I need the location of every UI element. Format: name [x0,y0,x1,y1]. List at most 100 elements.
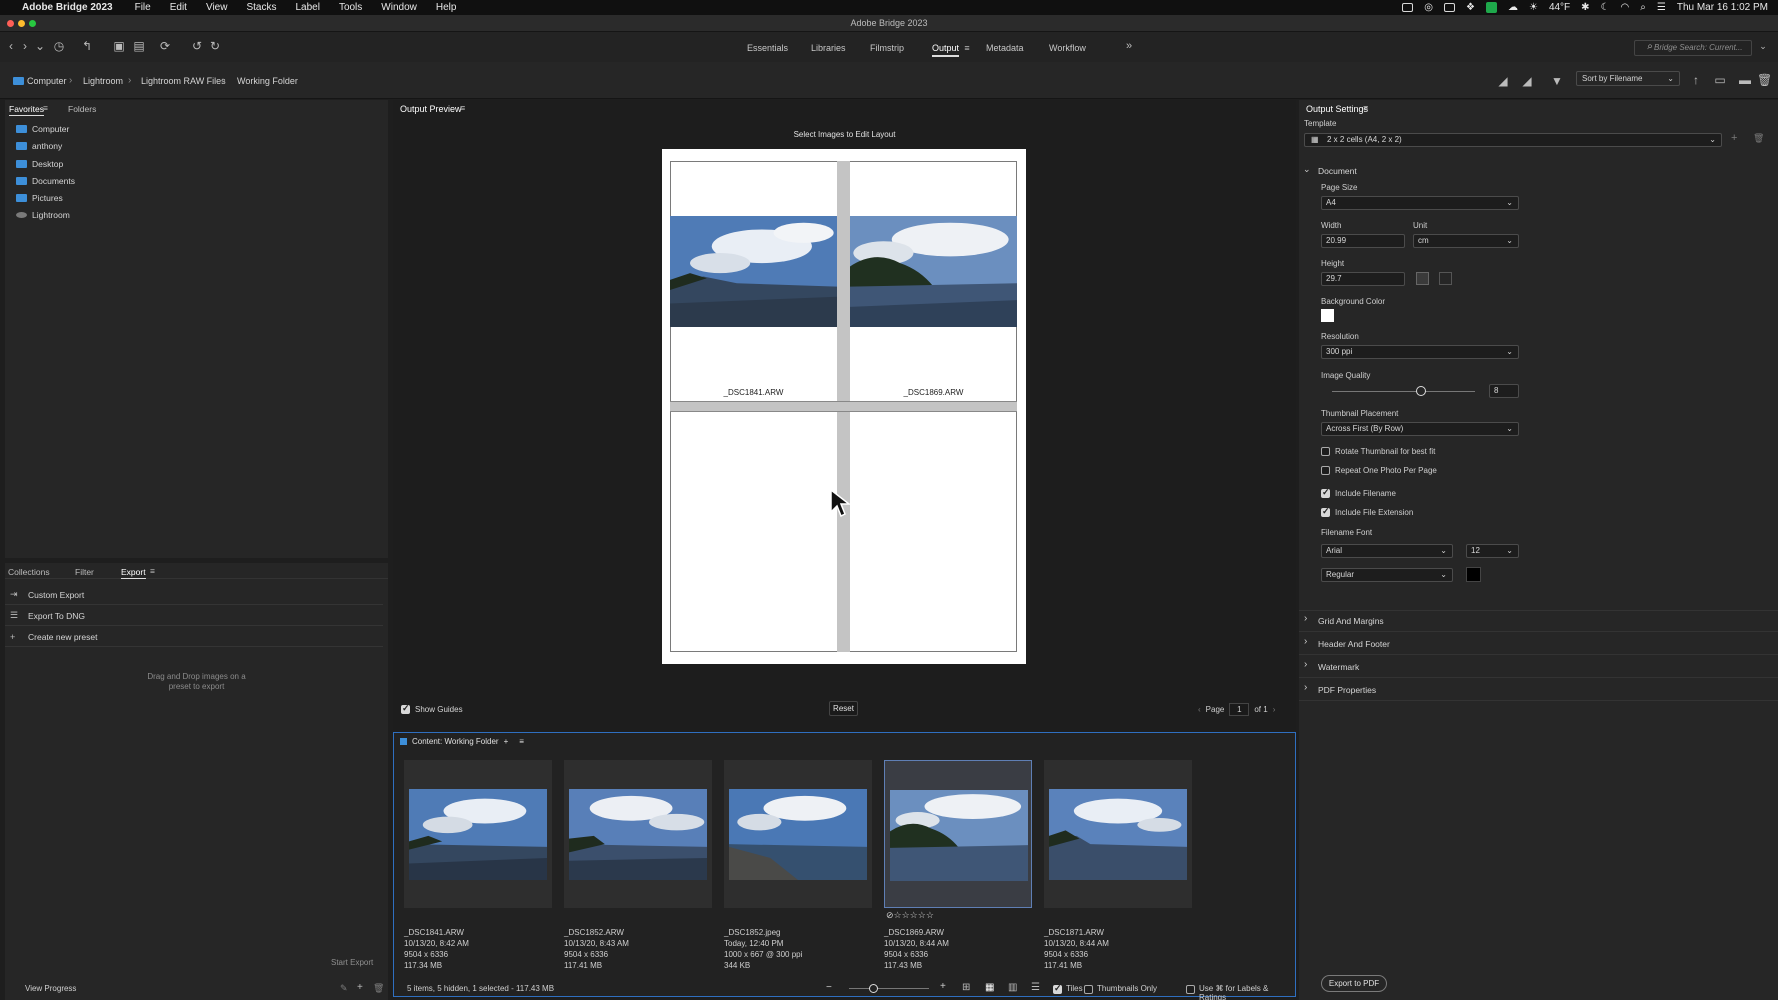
list-view-icon[interactable]: ☰ [1031,982,1040,993]
plus-icon[interactable]: + [504,737,509,746]
thumbnail-card-selected[interactable] [884,760,1032,908]
delete-template-icon[interactable]: 🗑 [1753,133,1764,144]
thumbnail-card[interactable] [1044,760,1192,908]
panel-menu-icon[interactable]: ≡ [43,103,48,113]
delete-icon[interactable]: 🗑 [1757,73,1772,87]
zoom-window-button[interactable] [29,20,36,27]
thumbnail-card[interactable] [724,760,872,908]
boomerang-icon[interactable]: ↰ [80,39,94,53]
menu-file[interactable]: File [135,2,151,13]
delete-icon[interactable]: 🗑 [373,983,384,994]
thumbnail-size-handle[interactable] [869,984,878,993]
placement-dropdown[interactable]: Across First (By Row) ⌄ [1321,422,1519,436]
menu-stacks[interactable]: Stacks [246,2,276,13]
panel-menu-icon[interactable]: ≡ [519,737,524,746]
quality-icon[interactable]: ◢ [1496,74,1510,88]
page-preview[interactable]: _DSC1841.ARW _DSC1869.ARW [662,149,1026,664]
screen-icon[interactable] [1402,3,1414,12]
tab-workflow[interactable]: Workflow [1049,43,1086,53]
include-filename-checkbox[interactable] [1321,487,1330,498]
weather-icon[interactable]: ☀ [1529,2,1538,13]
export-to-pdf-button[interactable]: Export to PDF [1321,975,1387,992]
page-input[interactable]: 1 [1229,703,1250,716]
thumbnail-image[interactable] [729,789,867,880]
show-guides-checkbox[interactable] [401,703,410,714]
include-extension-checkbox[interactable] [1321,506,1330,517]
rotate-right-icon[interactable]: ↻ [208,39,222,53]
add-template-icon[interactable]: + [1731,132,1737,144]
grid-margins-section[interactable]: Grid And Margins [1318,616,1384,626]
filter-icon[interactable]: ▼ [1550,74,1564,88]
control-center-icon[interactable]: ☰ [1657,2,1666,13]
detail-view-icon[interactable]: ▥ [1008,982,1017,993]
chevron-down-icon[interactable]: ⌄ [1303,164,1311,175]
menu-help[interactable]: Help [436,2,457,13]
tab-collections[interactable]: Collections [8,567,50,577]
chevron-down-icon[interactable]: ⌄ [1756,39,1770,53]
favorite-desktop[interactable]: Desktop [16,157,63,170]
use-cmd-checkbox[interactable] [1186,985,1195,994]
menu-edit[interactable]: Edit [170,2,187,13]
thumbnail-image[interactable] [409,789,547,880]
wifi-icon[interactable]: ◠ [1621,2,1630,13]
breadcrumb-lightroom-raw[interactable]: Lightroom RAW Files [141,76,226,86]
thumbnail-view-icon[interactable]: ▦ [985,982,994,993]
rotate-checkbox[interactable] [1321,447,1330,456]
font-color-swatch[interactable] [1466,567,1481,582]
sort-dropdown[interactable]: Sort by Filename ⌄ [1576,71,1680,86]
tab-favorites[interactable]: Favorites [9,104,44,116]
forward-icon[interactable]: › [18,39,32,53]
zoom-in-icon[interactable]: + [940,981,946,992]
next-page-icon[interactable]: › [1273,705,1276,714]
minimize-window-button[interactable] [18,20,25,27]
search-icon[interactable]: ⌕ [1640,2,1646,13]
height-input[interactable]: 29.7 [1321,272,1405,286]
menu-tools[interactable]: Tools [339,2,362,13]
favorite-pictures[interactable]: Pictures [16,191,63,204]
chevron-right-icon[interactable]: › [1304,659,1307,670]
review-icon[interactable]: ⟳ [158,39,172,53]
rating-stars[interactable]: ⊘☆☆☆☆☆ [886,910,934,921]
favorite-lightroom[interactable]: Lightroom [16,208,70,221]
portrait-orientation-icon[interactable] [1416,272,1429,285]
export-custom[interactable]: ⇥ Custom Export [5,585,383,605]
creative-cloud-icon[interactable]: ◎ [1424,2,1433,13]
chevron-down-icon[interactable]: ⌄ [33,39,47,53]
image-quality-slider[interactable] [1332,391,1475,392]
width-input[interactable]: 20.99 [1321,234,1405,248]
app-menu[interactable]: Adobe Bridge 2023 [22,2,113,13]
plus-icon[interactable]: + [357,982,363,993]
menu-view[interactable]: View [206,2,228,13]
tab-output[interactable]: Output [932,43,960,57]
bluetooth-icon[interactable]: ✱ [1581,2,1589,13]
favorite-documents[interactable]: Documents [16,174,75,187]
font-style-dropdown[interactable]: Regular ⌄ [1321,568,1453,582]
edit-icon[interactable]: ✎ [340,983,348,994]
repeat-checkbox[interactable] [1321,466,1330,475]
tab-export[interactable]: Export [121,567,146,579]
app-icon[interactable] [1485,2,1497,13]
thumbnails-only-checkbox[interactable] [1084,985,1093,994]
camera-icon[interactable]: ▣ [112,39,126,53]
panel-menu-icon[interactable]: ≡ [460,103,465,113]
breadcrumb-lightroom[interactable]: Lightroom [83,76,123,86]
reset-button[interactable]: Reset [829,701,858,716]
tab-filter[interactable]: Filter [75,567,94,577]
unit-dropdown[interactable]: cm ⌄ [1413,234,1519,248]
tiles-checkbox[interactable] [1053,983,1062,994]
moon-icon[interactable]: ☾ [1601,2,1610,13]
thumbnail-size-slider[interactable] [849,988,929,989]
header-footer-section[interactable]: Header And Footer [1318,639,1390,649]
more-workspaces-icon[interactable]: » [1122,39,1136,53]
panel-menu-icon[interactable]: ≡ [1363,103,1368,113]
menu-window[interactable]: Window [381,2,417,13]
panel-menu-icon[interactable]: ≡ [150,566,155,576]
rotate-left-icon[interactable]: ↺ [190,39,204,53]
page-size-dropdown[interactable]: A4 ⌄ [1321,196,1519,210]
tab-essentials[interactable]: Essentials [747,43,788,53]
create-preset[interactable]: + Create new preset [5,627,383,647]
document-section[interactable]: Document [1318,166,1357,176]
chevron-right-icon[interactable]: › [1304,682,1307,693]
favorite-anthony[interactable]: anthony [16,139,62,152]
start-export-button[interactable]: Start Export [331,958,373,967]
